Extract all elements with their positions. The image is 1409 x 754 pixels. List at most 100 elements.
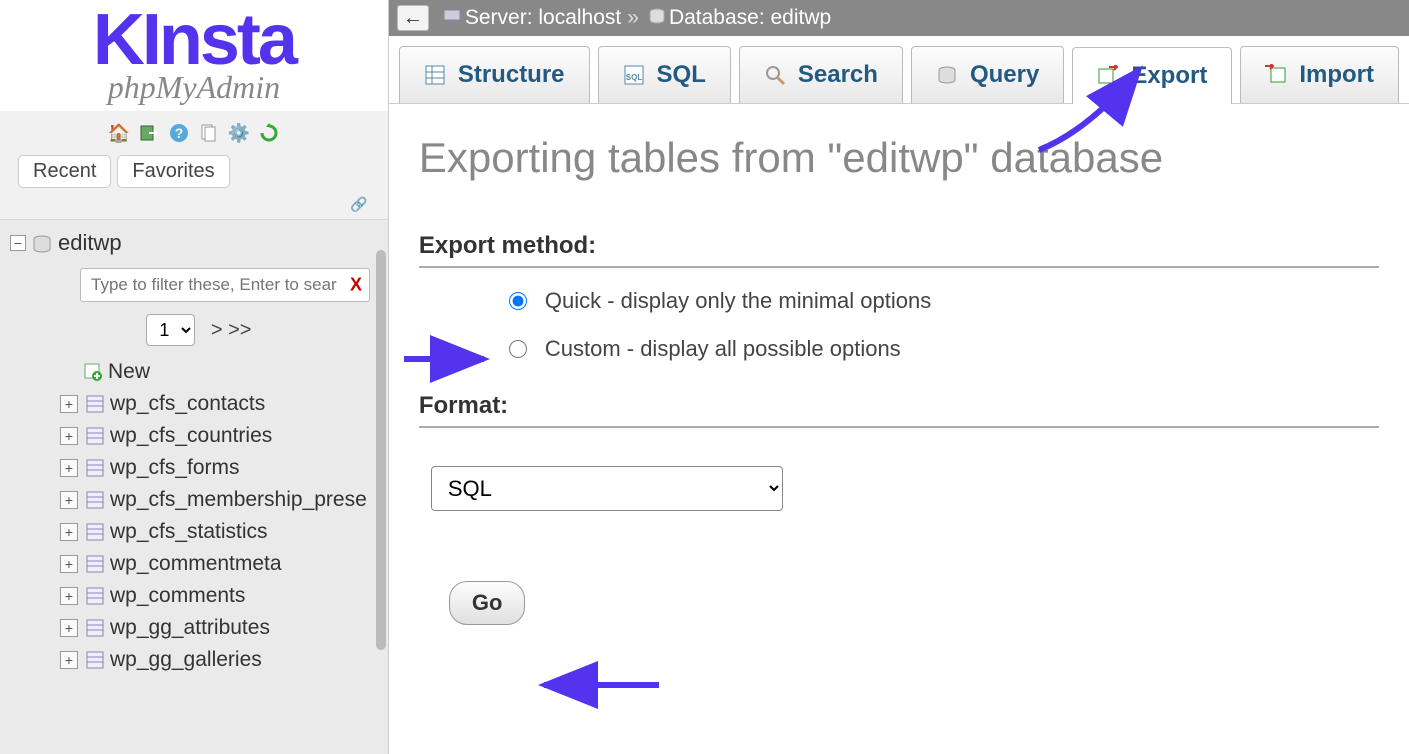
table-icon xyxy=(84,617,106,639)
favorites-button[interactable]: Favorites xyxy=(117,155,229,188)
tab-label: Structure xyxy=(458,61,565,89)
recent-favorites-tabs: Recent Favorites xyxy=(0,155,388,196)
table-list: New + wp_cfs_contacts + wp_cfs_countries… xyxy=(10,356,388,676)
new-table-item[interactable]: New xyxy=(60,356,388,388)
main: ← Server: localhost » Database: editwp S… xyxy=(389,0,1409,754)
expand-icon[interactable]: + xyxy=(60,459,78,477)
sql-icon: SQL xyxy=(623,64,645,86)
logo-product: phpMyAdmin xyxy=(0,69,388,106)
table-item[interactable]: + wp_cfs_countries xyxy=(60,420,388,452)
go-button[interactable]: Go xyxy=(449,581,526,625)
table-item[interactable]: + wp_cfs_contacts xyxy=(60,388,388,420)
filter-input[interactable] xyxy=(80,268,370,302)
panel-link-icon[interactable]: 🔗 xyxy=(0,196,388,219)
table-icon xyxy=(84,585,106,607)
table-name: wp_commentmeta xyxy=(110,552,282,576)
tab-label: Export xyxy=(1131,62,1207,90)
docs-icon[interactable] xyxy=(197,121,221,145)
recent-button[interactable]: Recent xyxy=(18,155,111,188)
table-icon xyxy=(84,489,106,511)
table-item[interactable]: + wp_comments xyxy=(60,580,388,612)
custom-option[interactable]: Custom - display all possible options xyxy=(509,336,1379,362)
svg-text:?: ? xyxy=(175,125,184,141)
table-name: wp_cfs_membership_prese xyxy=(110,488,367,512)
tab-label: SQL xyxy=(657,61,706,89)
database-crumb[interactable]: Database: editwp xyxy=(669,6,831,30)
tab-search[interactable]: Search xyxy=(739,46,903,103)
table-item[interactable]: + wp_gg_galleries xyxy=(60,644,388,676)
quick-option[interactable]: Quick - display only the minimal options xyxy=(509,288,1379,314)
logout-icon[interactable] xyxy=(137,121,161,145)
table-item[interactable]: + wp_cfs_statistics xyxy=(60,516,388,548)
new-icon xyxy=(82,361,104,383)
export-icon xyxy=(1097,65,1119,87)
table-item[interactable]: + wp_gg_attributes xyxy=(60,612,388,644)
table-item[interactable]: + wp_commentmeta xyxy=(60,548,388,580)
table-icon xyxy=(84,649,106,671)
table-icon xyxy=(84,521,106,543)
help-icon[interactable]: ? xyxy=(167,121,191,145)
pager-next[interactable]: > >> xyxy=(211,319,252,341)
tab-label: Import xyxy=(1299,61,1374,89)
tab-export[interactable]: Export xyxy=(1072,47,1232,104)
clear-filter-icon[interactable]: X xyxy=(350,275,362,296)
svg-text:SQL: SQL xyxy=(625,73,642,82)
expand-icon[interactable]: + xyxy=(60,555,78,573)
format-select[interactable]: SQL xyxy=(431,466,783,511)
tab-sql[interactable]: SQL SQL xyxy=(598,46,731,103)
quick-radio[interactable] xyxy=(509,292,527,310)
expand-icon[interactable]: + xyxy=(60,523,78,541)
table-icon xyxy=(84,553,106,575)
quick-label: Quick - display only the minimal options xyxy=(545,288,931,314)
new-label: New xyxy=(108,360,150,384)
custom-label: Custom - display all possible options xyxy=(545,336,901,362)
crumb-separator: » xyxy=(627,6,639,30)
expand-icon[interactable]: + xyxy=(60,395,78,413)
logo-area: KInsta phpMyAdmin xyxy=(0,0,388,111)
annotation-arrow-go xyxy=(529,670,669,705)
tab-structure[interactable]: Structure xyxy=(399,46,590,103)
structure-icon xyxy=(424,64,446,86)
sidebar: KInsta phpMyAdmin 🏠 ? ⚙️ Recent Favorite… xyxy=(0,0,389,754)
server-crumb[interactable]: Server: localhost xyxy=(465,6,621,30)
table-item[interactable]: + wp_cfs_forms xyxy=(60,452,388,484)
query-icon xyxy=(936,64,958,86)
tab-import[interactable]: Import xyxy=(1240,46,1399,103)
export-method-group: Quick - display only the minimal options… xyxy=(419,288,1379,362)
expand-icon[interactable]: + xyxy=(60,619,78,637)
export-method-header: Export method: xyxy=(419,232,1379,268)
tab-query[interactable]: Query xyxy=(911,46,1064,103)
logo-brand: KInsta xyxy=(0,10,388,71)
home-icon[interactable]: 🏠 xyxy=(107,121,131,145)
scrollbar[interactable] xyxy=(376,250,386,650)
page-title: Exporting tables from "editwp" database xyxy=(419,134,1379,182)
database-name: editwp xyxy=(58,230,122,256)
table-item[interactable]: + wp_cfs_membership_prese xyxy=(60,484,388,516)
expand-icon[interactable]: + xyxy=(60,651,78,669)
table-name: wp_comments xyxy=(110,584,245,608)
table-name: wp_cfs_contacts xyxy=(110,392,265,416)
custom-radio[interactable] xyxy=(509,340,527,358)
table-icon xyxy=(84,457,106,479)
settings-icon[interactable]: ⚙️ xyxy=(227,121,251,145)
page-select[interactable]: 1 xyxy=(146,314,195,346)
nav-icons: 🏠 ? ⚙️ xyxy=(0,111,388,155)
table-name: wp_cfs_countries xyxy=(110,424,272,448)
tab-label: Search xyxy=(798,61,878,89)
tab-label: Query xyxy=(970,61,1039,89)
server-icon xyxy=(443,8,461,29)
import-icon xyxy=(1265,64,1287,86)
reload-icon[interactable] xyxy=(257,121,281,145)
tabs: Structure SQL SQL Search Query Export Im… xyxy=(389,36,1409,104)
expand-icon[interactable]: + xyxy=(60,587,78,605)
table-icon xyxy=(84,393,106,415)
collapse-icon[interactable]: − xyxy=(10,235,26,251)
content: Exporting tables from "editwp" database … xyxy=(389,104,1409,645)
table-pager: 1 > >> xyxy=(10,308,388,356)
format-header: Format: xyxy=(419,392,1379,428)
back-button[interactable]: ← xyxy=(397,5,429,31)
database-node[interactable]: − editwp xyxy=(10,224,388,262)
expand-icon[interactable]: + xyxy=(60,491,78,509)
database-icon xyxy=(649,8,665,29)
expand-icon[interactable]: + xyxy=(60,427,78,445)
